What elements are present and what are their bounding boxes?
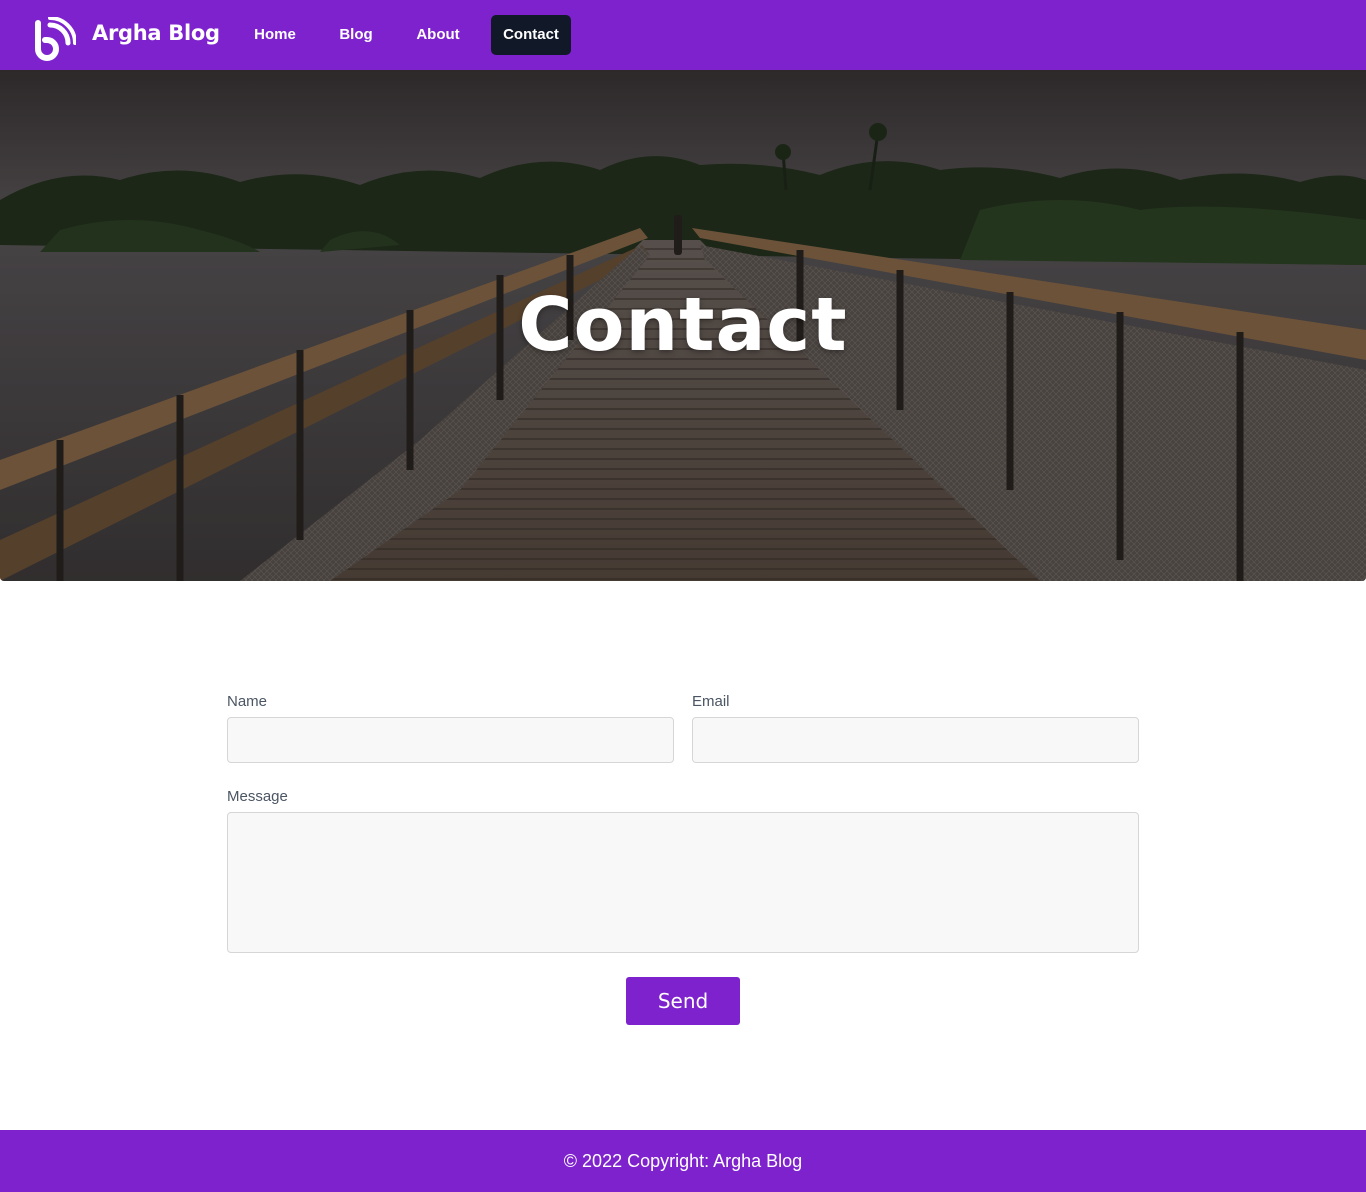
hero-banner: Contact (0, 70, 1366, 581)
email-input[interactable] (692, 717, 1139, 763)
brand-name: Argha Blog (92, 21, 220, 45)
message-label: Message (227, 788, 288, 805)
send-button[interactable]: Send (626, 977, 740, 1025)
copyright-text: © 2022 Copyright: Argha Blog (563, 1150, 803, 1171)
page-title: Contact (518, 282, 848, 368)
nav-link-contact[interactable]: Contact (491, 15, 571, 55)
name-input[interactable] (227, 717, 674, 763)
nav-link-home[interactable]: Home (243, 15, 307, 55)
blog-logo-icon (35, 17, 76, 61)
navbar: Argha Blog Home Blog About Contact (0, 0, 1366, 70)
name-label: Name (227, 693, 268, 710)
email-label: Email (692, 693, 730, 710)
nav-link-about[interactable]: About (406, 15, 470, 55)
brand-link[interactable]: Argha Blog (34, 17, 220, 61)
nav-link-blog[interactable]: Blog (329, 15, 383, 55)
footer: © 2022 Copyright: Argha Blog (0, 1130, 1366, 1192)
message-textarea[interactable] (227, 812, 1139, 953)
